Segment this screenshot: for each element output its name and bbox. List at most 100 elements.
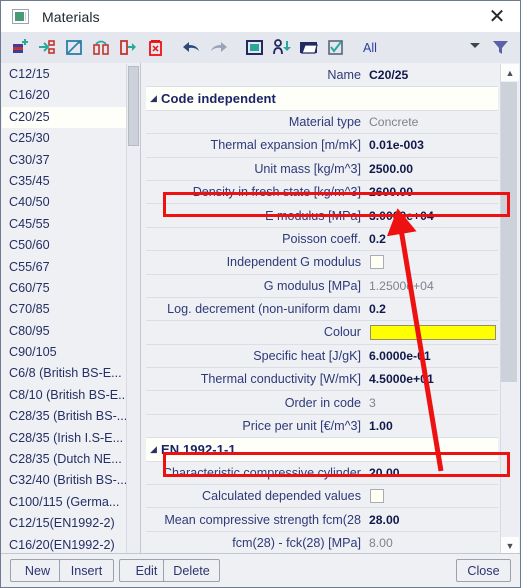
property-row: Price per unit [€/m^3] 1.00	[146, 415, 498, 439]
close-button[interactable]: Close	[456, 559, 511, 582]
material-list-scroll-thumb[interactable]	[128, 66, 139, 146]
property-row: fcm(28) - fck(28) [MPa] 8.00	[146, 532, 498, 554]
check-icon[interactable]	[324, 36, 347, 59]
close-icon[interactable]: ✕	[482, 5, 512, 29]
redo-icon[interactable]	[207, 36, 230, 59]
property-row: Calculated depended values	[146, 485, 498, 509]
property-value-cell	[368, 324, 498, 340]
materials-icon	[12, 9, 29, 24]
list-item[interactable]: C32/40 (British BS-...	[2, 470, 126, 491]
property-row: Thermal conductivity [W/mK] 4.5000e+01	[146, 368, 498, 392]
property-value[interactable]: 0.01e-003	[368, 138, 498, 152]
property-row: Log. decrement (non-uniform damı 0.2	[146, 298, 498, 322]
property-label: Log. decrement (non-uniform damı	[167, 302, 361, 317]
property-group-header[interactable]: ◢ EN 1992-1-1	[146, 438, 498, 462]
property-group-header[interactable]: ◢ Code independent	[146, 87, 498, 111]
material-list-scrollbar[interactable]	[126, 64, 140, 554]
property-value[interactable]: C20/25	[368, 68, 498, 82]
property-row: Poisson coeff. 0.2	[146, 228, 498, 252]
property-value[interactable]: 2500.00	[368, 162, 498, 176]
property-checkbox[interactable]	[370, 489, 384, 504]
property-label: E modulus [MPa]	[265, 208, 361, 223]
colour-swatch[interactable]	[370, 324, 496, 340]
list-item[interactable]: C25/30	[2, 128, 126, 149]
scroll-down-icon[interactable]: ▼	[501, 537, 519, 554]
property-value[interactable]: 3.0000e+04	[368, 209, 498, 223]
edit-material-icon[interactable]	[63, 36, 86, 59]
list-item[interactable]: C28/35 (British BS-...	[2, 406, 126, 427]
property-label: Price per unit [€/m^3]	[242, 419, 361, 434]
copy-material-icon[interactable]	[90, 36, 113, 59]
property-grid-scrollbar[interactable]: ▲ ▼	[500, 64, 519, 554]
property-value[interactable]: 0.2	[368, 302, 498, 316]
property-label: Thermal conductivity [W/mK]	[200, 372, 361, 387]
list-item[interactable]: C90/105	[2, 342, 126, 363]
property-value[interactable]: 20.00	[368, 466, 498, 480]
list-item[interactable]: C20/25	[2, 106, 126, 129]
property-row: Density in fresh state [kg/m^3] 2600.00	[146, 181, 498, 205]
list-item[interactable]: C70/85	[2, 299, 126, 320]
materials-dialog: Materials ✕ All C12/15 C16/20 C20/25 C25…	[0, 0, 521, 588]
property-grid[interactable]: Name C20/25 ◢ Code independent Material type…	[146, 64, 498, 554]
property-value[interactable]: 4.5000e+01	[368, 372, 498, 386]
import-user-icon[interactable]	[270, 36, 293, 59]
insert-material-icon[interactable]	[36, 36, 59, 59]
property-label: Thermal expansion [m/mK]	[210, 138, 361, 153]
scroll-up-icon[interactable]: ▲	[501, 64, 519, 81]
delete-material-icon[interactable]	[144, 36, 167, 59]
property-row: Independent G modulus	[146, 251, 498, 275]
list-item[interactable]: C45/55	[2, 214, 126, 235]
property-value[interactable]: 0.2	[368, 232, 498, 246]
toolbar: All	[1, 32, 520, 64]
property-scroll-track[interactable]	[501, 81, 519, 537]
undo-icon[interactable]	[180, 36, 203, 59]
property-value[interactable]: 28.00	[368, 513, 498, 527]
footer-bar: New Insert Edit Delete Close	[1, 553, 520, 587]
toolbar-separator-2	[230, 36, 239, 59]
list-item[interactable]: C6/8 (British BS-E...	[2, 363, 126, 384]
new-material-icon[interactable]	[9, 36, 32, 59]
list-item[interactable]: C28/35 (Dutch NE...	[2, 449, 126, 470]
insert-button[interactable]: Insert	[59, 559, 114, 582]
collapse-triangle-icon[interactable]: ◢	[146, 444, 161, 455]
property-row: Thermal expansion [m/mK] 0.01e-003	[146, 134, 498, 158]
property-row: Colour	[146, 321, 498, 345]
property-row: Order in code 3	[146, 391, 498, 415]
list-item[interactable]: C100/115 (Germa...	[2, 492, 126, 513]
list-item[interactable]: C12/15(EN1992-2)	[2, 513, 126, 534]
list-item[interactable]: C12/15	[2, 64, 126, 85]
property-value[interactable]: 6.0000e-01	[368, 349, 498, 363]
library-icon[interactable]	[243, 36, 266, 59]
collapse-triangle-icon[interactable]: ◢	[146, 93, 161, 104]
dialog-body: C12/15 C16/20 C20/25 C25/30 C30/37 C35/45 C40/…	[1, 63, 520, 555]
list-item[interactable]: C16/20(EN1992-2)	[2, 535, 126, 554]
list-item[interactable]: C60/75	[2, 278, 126, 299]
export-material-icon[interactable]	[117, 36, 140, 59]
list-item[interactable]: C8/10 (British BS-E...	[2, 385, 126, 406]
property-row: G modulus [MPa] 1.2500e+04	[146, 275, 498, 298]
property-row: Name C20/25	[146, 64, 498, 88]
filter-select-value[interactable]: All	[363, 41, 377, 55]
property-value[interactable]: 1.00	[368, 419, 498, 433]
list-item[interactable]: C16/20	[2, 85, 126, 106]
list-item[interactable]: C35/45	[2, 171, 126, 192]
list-item[interactable]: C30/37	[2, 150, 126, 171]
list-item[interactable]: C80/95	[2, 321, 126, 342]
list-item[interactable]: C40/50	[2, 192, 126, 213]
property-scroll-thumb[interactable]	[501, 82, 517, 382]
new-button[interactable]: New	[10, 559, 65, 582]
property-label: G modulus [MPa]	[263, 278, 361, 293]
property-row: E modulus [MPa] 3.0000e+04	[146, 204, 498, 228]
property-value[interactable]: 2600.00	[368, 185, 498, 199]
filter-funnel-icon[interactable]	[491, 38, 510, 62]
material-list[interactable]: C12/15 C16/20 C20/25 C25/30 C30/37 C35/45 C40/…	[2, 64, 126, 554]
list-item[interactable]: C55/67	[2, 257, 126, 278]
property-group-label: EN 1992-1-1	[161, 441, 236, 457]
delete-button[interactable]: Delete	[163, 559, 220, 582]
chevron-down-icon[interactable]	[470, 43, 480, 48]
list-item[interactable]: C50/60	[2, 235, 126, 256]
property-label: Material type	[288, 114, 361, 129]
list-item[interactable]: C28/35 (Irish I.S-E...	[2, 428, 126, 449]
folder-icon[interactable]	[297, 36, 320, 59]
property-checkbox[interactable]	[370, 255, 384, 270]
